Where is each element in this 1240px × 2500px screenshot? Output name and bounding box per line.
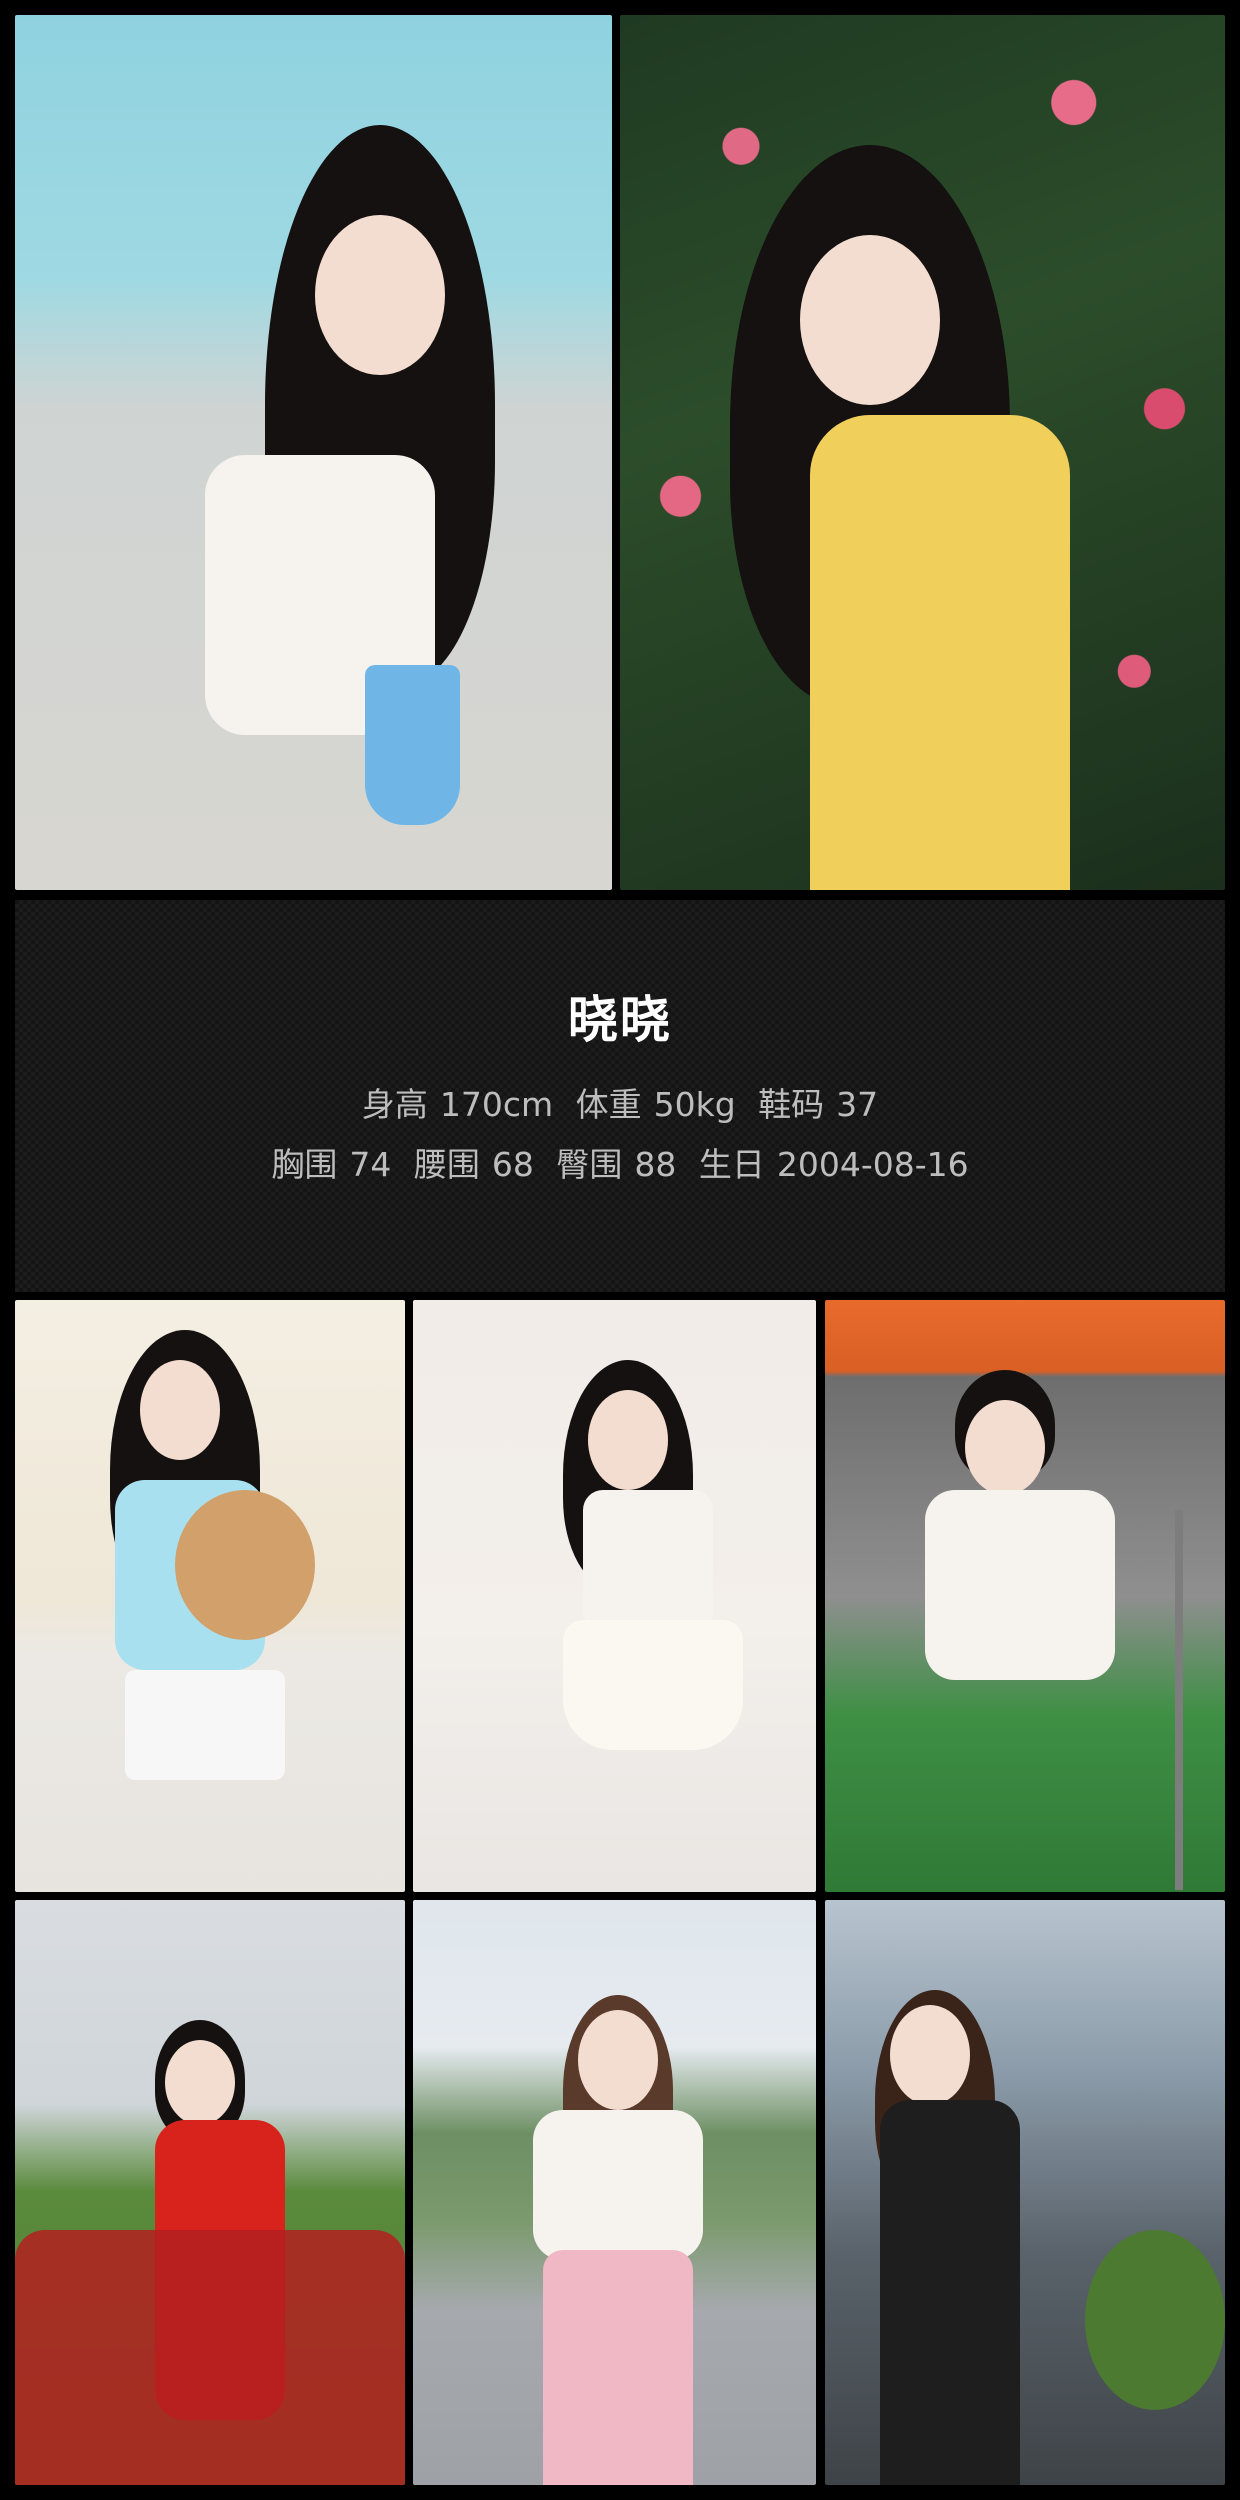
photo-figure-skirt (563, 1620, 743, 1750)
profile-name: 晓晓 (568, 991, 672, 1049)
photo-with-dog (15, 1300, 405, 1892)
photo-atv (15, 1900, 405, 2485)
photo-atv-vehicle (15, 2230, 405, 2485)
bust-value: 74 (349, 1145, 392, 1184)
photo-figure-skirt (125, 1670, 285, 1780)
photo-room-white-dress (413, 1300, 816, 1892)
waist-value: 68 (491, 1145, 534, 1184)
birthday-value: 2004-08-16 (776, 1145, 969, 1184)
photo-figure-outfit (810, 415, 1070, 890)
weight-label: 体重 (575, 1085, 642, 1124)
photo-figure-face (588, 1390, 668, 1490)
birthday-label: 生日 (698, 1145, 765, 1184)
photo-figure-outfit (925, 1490, 1115, 1680)
shoe-size-value: 37 (836, 1085, 879, 1124)
bust-label: 胸围 (271, 1145, 338, 1184)
weight-value: 50kg (653, 1085, 736, 1124)
photo-figure-skirt (543, 2250, 693, 2485)
photo-figure-face (890, 2005, 970, 2105)
photo-city-leather (825, 1900, 1225, 2485)
photo-cafe-seated (15, 15, 612, 890)
photo-figure-face (140, 1360, 220, 1460)
photo-dog (175, 1490, 315, 1640)
photo-figure-face (315, 215, 445, 375)
photo-figure-face (800, 235, 940, 405)
shoe-size-label: 鞋码 (758, 1085, 825, 1124)
height-label: 身高 (361, 1085, 428, 1124)
photo-flowers (1085, 2230, 1225, 2410)
photo-figure-face (165, 2040, 235, 2125)
photo-golf-club (1175, 1510, 1183, 1890)
profile-stats-line-2: 胸围 74 腰围 68 臀围 88 生日 2004-08-16 (15, 1138, 1225, 1186)
profile-info-panel: 晓晓 身高 170cm 体重 50kg 鞋码 37 胸围 74 腰围 68 臀围 88 生日… (15, 900, 1225, 1292)
photo-golf (825, 1300, 1225, 1892)
photo-drink (365, 665, 460, 825)
photo-flower-wall (620, 15, 1225, 890)
hip-label: 臀围 (556, 1145, 623, 1184)
photo-figure-top (533, 2110, 703, 2260)
photo-figure-top (583, 1490, 713, 1630)
photo-figure-outfit (880, 2100, 1020, 2485)
hip-value: 88 (634, 1145, 677, 1184)
waist-label: 腰围 (413, 1145, 480, 1184)
profile-stats-line-1: 身高 170cm 体重 50kg 鞋码 37 (15, 1078, 1225, 1126)
photo-street-pink-skirt (413, 1900, 816, 2485)
photo-figure-face (578, 2010, 658, 2110)
height-value: 170cm (439, 1085, 554, 1124)
photo-figure-face (965, 1400, 1045, 1495)
